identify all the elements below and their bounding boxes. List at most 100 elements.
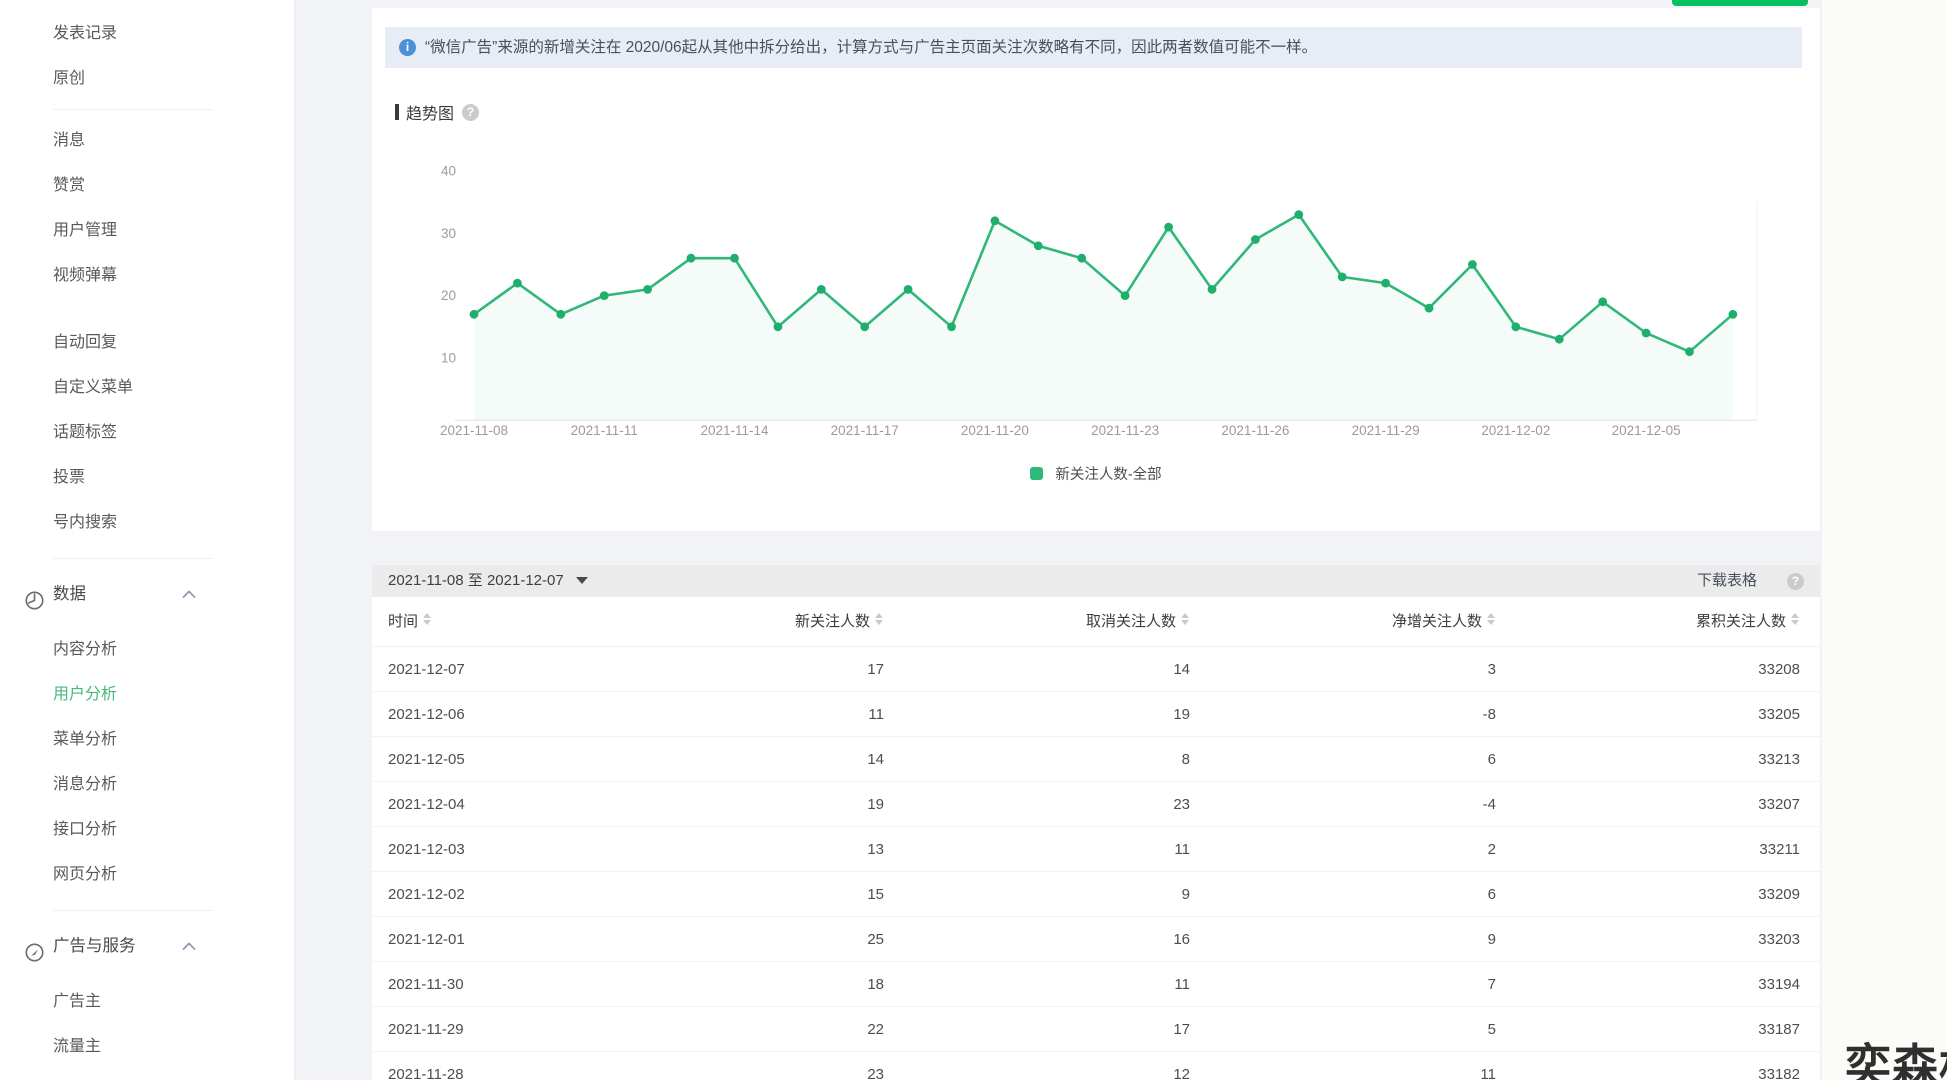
sidebar-item-菜单分析[interactable]: 菜单分析 (0, 717, 294, 762)
sidebar-item-自定义菜单[interactable]: 自定义菜单 (0, 365, 294, 410)
sidebar-spacer (0, 969, 294, 979)
sidebar-section-数据[interactable]: 数据 (0, 572, 294, 617)
column-header-累积关注人数[interactable]: 累积关注人数 (1496, 597, 1800, 647)
sidebar-item-内容分析[interactable]: 内容分析 (0, 627, 294, 672)
sort-icon[interactable] (423, 612, 432, 626)
trend-title-text: 趋势图 (406, 100, 454, 124)
date-range-selector[interactable]: 2021-11-08 至 2021-12-07 (388, 572, 564, 589)
table-row: 2021-12-05148633213 (372, 737, 1820, 782)
cell-value: 9 (1190, 917, 1496, 962)
sort-icon[interactable] (875, 612, 884, 626)
sort-icon[interactable] (1487, 612, 1496, 626)
cell-value: 8 (884, 737, 1190, 782)
svg-text:40: 40 (441, 164, 456, 179)
cell-value: 14 (884, 647, 1190, 692)
compass-icon (24, 936, 45, 957)
svg-text:20: 20 (441, 288, 456, 303)
column-header-新关注人数[interactable]: 新关注人数 (632, 597, 884, 647)
sidebar-item-号内搜索[interactable]: 号内搜索 (0, 500, 294, 545)
legend-swatch-icon (1030, 467, 1043, 480)
cell-value: 33194 (1496, 962, 1800, 1007)
cell-date: 2021-12-07 (372, 647, 632, 692)
sidebar-section-广告与服务[interactable]: 广告与服务 (0, 924, 294, 969)
sort-icon[interactable] (1181, 612, 1190, 626)
info-icon: i (399, 39, 416, 56)
cell-value: 9 (884, 872, 1190, 917)
svg-text:2021-11-23: 2021-11-23 (1091, 423, 1159, 438)
trend-chart-card: i “微信广告”来源的新增关注在 2020/06起从其他中拆分给出，计算方式与广… (372, 8, 1820, 531)
column-header-取消关注人数[interactable]: 取消关注人数 (884, 597, 1190, 647)
right-margin (1822, 0, 1947, 1080)
svg-text:2021-12-02: 2021-12-02 (1481, 423, 1550, 438)
table-help-icon[interactable]: ? (1787, 573, 1804, 590)
sidebar-spacer (0, 617, 294, 627)
cell-value: 33203 (1496, 917, 1800, 962)
column-header-时间[interactable]: 时间 (372, 597, 632, 647)
sidebar-item-视频弹幕[interactable]: 视频弹幕 (0, 253, 294, 298)
download-table-link[interactable]: 下载表格 (1697, 565, 1757, 597)
cell-value: 18 (632, 962, 884, 1007)
chart-legend[interactable]: 新关注人数-全部 (372, 463, 1820, 484)
cell-value: 6 (1190, 737, 1496, 782)
table-row: 2021-12-071714333208 (372, 647, 1820, 692)
chevron-up-icon[interactable] (182, 588, 196, 600)
cell-value: 11 (632, 692, 884, 737)
sidebar-item-用户分析[interactable]: 用户分析 (0, 672, 294, 717)
cell-value: 33208 (1496, 647, 1800, 692)
cell-date: 2021-12-06 (372, 692, 632, 737)
chevron-down-icon[interactable] (576, 577, 588, 584)
table-row: 2021-12-061119-833205 (372, 692, 1820, 737)
help-icon[interactable]: ? (462, 104, 479, 121)
sidebar-item-广告主[interactable]: 广告主 (0, 979, 294, 1024)
cell-value: 33213 (1496, 737, 1800, 782)
svg-text:2021-11-17: 2021-11-17 (831, 423, 899, 438)
cell-value: 19 (632, 782, 884, 827)
table-row: 2021-12-031311233211 (372, 827, 1820, 872)
sidebar-item-消息[interactable]: 消息 (0, 118, 294, 163)
sidebar-item-赞赏[interactable]: 赞赏 (0, 163, 294, 208)
cell-value: 23 (632, 1052, 884, 1080)
cell-value: 11 (884, 827, 1190, 872)
line-chart: 102030402021-11-082021-11-112021-11-1420… (372, 158, 1820, 450)
sidebar-item-发表记录[interactable]: 发表记录 (0, 11, 294, 56)
column-header-净增关注人数[interactable]: 净增关注人数 (1190, 597, 1496, 647)
cell-value: 33187 (1496, 1007, 1800, 1052)
sidebar-item-消息分析[interactable]: 消息分析 (0, 762, 294, 807)
cell-date: 2021-11-30 (372, 962, 632, 1007)
column-label: 时间 (388, 613, 418, 630)
sidebar-item-网页分析[interactable]: 网页分析 (0, 852, 294, 897)
primary-action-button[interactable] (1672, 0, 1808, 6)
column-label: 净增关注人数 (1392, 613, 1482, 630)
sidebar-item-投票[interactable]: 投票 (0, 455, 294, 500)
cell-date: 2021-11-29 (372, 1007, 632, 1052)
cell-value: 33205 (1496, 692, 1800, 737)
legend-label: 新关注人数-全部 (1055, 467, 1161, 483)
svg-text:10: 10 (441, 350, 456, 365)
column-label: 取消关注人数 (1086, 613, 1176, 630)
section-label: 广告与服务 (53, 937, 136, 955)
info-banner-text: “微信广告”来源的新增关注在 2020/06起从其他中拆分给出，计算方式与广告主… (425, 39, 1317, 56)
sidebar-item-话题标签[interactable]: 话题标签 (0, 410, 294, 455)
cell-date: 2021-12-01 (372, 917, 632, 962)
cell-value: 17 (884, 1007, 1190, 1052)
column-label: 累积关注人数 (1696, 613, 1786, 630)
cell-value: 11 (884, 962, 1190, 1007)
cell-value: -8 (1190, 692, 1496, 737)
sidebar-item-用户管理[interactable]: 用户管理 (0, 208, 294, 253)
sort-icon[interactable] (1791, 612, 1800, 626)
cell-value: 6 (1190, 872, 1496, 917)
sidebar-item-原创[interactable]: 原创 (0, 56, 294, 101)
column-label: 新关注人数 (795, 613, 870, 630)
sidebar-item-流量主[interactable]: 流量主 (0, 1024, 294, 1069)
cell-value: 33209 (1496, 872, 1800, 917)
sidebar-item-自动回复[interactable]: 自动回复 (0, 320, 294, 365)
chevron-up-icon[interactable] (182, 940, 196, 952)
info-banner: i “微信广告”来源的新增关注在 2020/06起从其他中拆分给出，计算方式与广… (385, 27, 1802, 68)
title-bar-decoration (395, 104, 399, 120)
sidebar-item-接口分析[interactable]: 接口分析 (0, 807, 294, 852)
table-body: 2021-12-0717143332082021-12-061119-83320… (372, 647, 1820, 1080)
cell-value: 16 (884, 917, 1190, 962)
cell-value: 11 (1190, 1052, 1496, 1080)
sidebar-divider (53, 558, 213, 559)
table-row: 2021-12-02159633209 (372, 872, 1820, 917)
